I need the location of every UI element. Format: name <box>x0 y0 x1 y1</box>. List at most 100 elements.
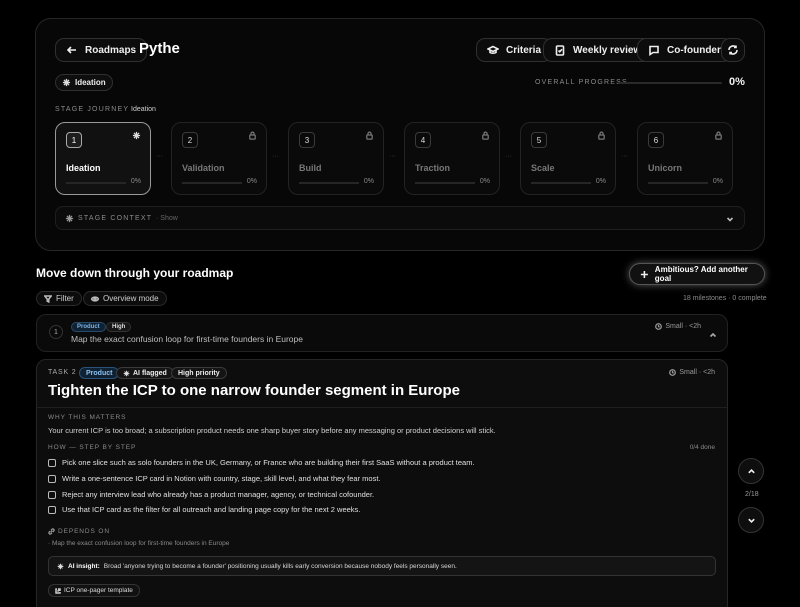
chevron-down-icon <box>726 217 734 222</box>
stage-card-validation[interactable]: 2 Validation 0% <box>171 122 267 195</box>
sparkle-icon <box>65 214 74 223</box>
how-heading: HOW — STEP BY STEP <box>48 444 137 451</box>
chat-bubble-icon <box>649 45 659 56</box>
filter-button[interactable]: Filter <box>36 291 82 306</box>
graduation-cap-icon <box>487 45 499 55</box>
stage-context-toggle[interactable]: STAGE CONTEXT · Show <box>55 206 745 230</box>
step-item[interactable]: Use that ICP card as the filter for all … <box>48 505 360 514</box>
stage-percent: 0% <box>595 178 606 185</box>
stage-name: Traction <box>415 163 451 173</box>
steps-done-count: 0/4 done <box>689 444 715 451</box>
lock-icon <box>598 131 605 140</box>
chevron-up-icon[interactable] <box>709 331 717 339</box>
step-item[interactable]: Pick one slice such as solo founders in … <box>48 458 475 467</box>
task-number: 1 <box>49 325 63 339</box>
task-effort: Small · <2h <box>655 323 701 330</box>
stage-connector: ··· <box>505 153 512 160</box>
sparkle-icon <box>62 78 71 87</box>
depends-item[interactable]: · Map the exact confusion loop for first… <box>48 540 229 547</box>
criteria-button[interactable]: Criteria <box>476 38 553 62</box>
stage-name: Validation <box>182 163 225 173</box>
plus-icon <box>640 270 648 278</box>
ai-insight-text: Broad 'anyone trying to become a founder… <box>103 562 457 570</box>
milestones-count: 18 milestones · 0 complete <box>683 295 767 302</box>
task-label: TASK 2 <box>48 369 77 376</box>
stage-card-scale[interactable]: 5 Scale 0% <box>520 122 616 195</box>
category-tag: Product <box>79 367 120 379</box>
stage-progress-bar <box>299 182 359 184</box>
task-title: Tighten the ICP to one narrow founder se… <box>48 382 460 399</box>
task-card-expanded: TASK 2 Product AI flagged High priority … <box>36 359 728 607</box>
stage-card-ideation[interactable]: 1 Ideation 0% <box>55 122 151 195</box>
eye-icon <box>91 295 99 302</box>
lock-icon <box>249 131 256 140</box>
stage-card-unicorn[interactable]: 6 Unicorn 0% <box>637 122 733 195</box>
ai-insight-label: AI insight: <box>68 562 100 570</box>
stage-journey-label: STAGE JOURNEY <box>55 106 130 113</box>
why-heading: WHY THIS MATTERS <box>48 414 127 421</box>
stage-number: 6 <box>648 132 664 148</box>
stage-percent: 0% <box>479 178 490 185</box>
stage-progress-bar <box>66 182 126 184</box>
weekly-review-button[interactable]: Weekly review <box>543 38 653 62</box>
lock-icon <box>482 131 489 140</box>
stage-percent: 0% <box>363 178 374 185</box>
stage-percent: 0% <box>130 178 141 185</box>
stage-connector: ··· <box>389 153 396 160</box>
lock-icon <box>366 131 373 140</box>
clipboard-check-icon <box>555 45 565 56</box>
clock-icon <box>669 369 677 376</box>
stage-name: Unicorn <box>648 163 683 173</box>
co-founder-button[interactable]: Co-founder <box>637 38 732 62</box>
stage-percent: 0% <box>712 178 723 185</box>
stage-number: 2 <box>182 132 198 148</box>
stage-connector: ··· <box>156 153 163 160</box>
add-goal-button[interactable]: Ambitious? Add another goal <box>629 263 765 285</box>
stage-card-traction[interactable]: 4 Traction 0% <box>404 122 500 195</box>
priority-tag: High <box>106 322 132 332</box>
task-card-collapsed[interactable]: 1 Product High Map the exact confusion l… <box>36 314 728 352</box>
stage-name: Scale <box>531 163 555 173</box>
priority-tag: High priority <box>171 367 227 379</box>
step-checkbox[interactable] <box>48 458 56 467</box>
step-item[interactable]: Reject any interview lead who already ha… <box>48 490 374 499</box>
stage-number: 4 <box>415 132 431 148</box>
stage-progress-bar <box>648 182 708 184</box>
resource-link[interactable]: ICP one-pager template <box>48 584 140 597</box>
sparkle-icon <box>57 563 64 569</box>
depends-heading: DEPENDS ON <box>48 528 110 535</box>
overall-progress-bar <box>618 82 722 84</box>
step-item[interactable]: Write a one-sentence ICP card in Notion … <box>48 474 381 483</box>
why-text: Your current ICP is too broad; a subscri… <box>48 426 496 435</box>
ai-insight-box: AI insight: Broad 'anyone trying to beco… <box>48 556 716 576</box>
step-checkbox[interactable] <box>48 505 56 514</box>
back-to-roadmaps-button[interactable]: Roadmaps <box>55 38 148 62</box>
step-checkbox[interactable] <box>48 490 56 499</box>
stage-percent: 0% <box>246 178 257 185</box>
chevron-down-icon <box>747 518 755 523</box>
current-stage-chip: Ideation <box>55 74 113 91</box>
previous-task-button[interactable] <box>738 458 764 484</box>
stage-connector: ··· <box>621 153 628 160</box>
overall-progress-percent: 0% <box>729 76 745 88</box>
stage-progress-bar <box>531 182 591 184</box>
refresh-button[interactable] <box>721 38 745 62</box>
category-tag: Product <box>71 322 106 332</box>
overview-mode-button[interactable]: Overview mode <box>83 291 167 306</box>
next-task-button[interactable] <box>738 507 764 533</box>
stage-card-build[interactable]: 3 Build 0% <box>288 122 384 195</box>
ai-flagged-tag: AI flagged <box>116 367 174 379</box>
lock-icon <box>715 131 722 140</box>
external-link-icon <box>55 587 61 594</box>
sparkle-icon <box>132 131 141 140</box>
stage-number: 1 <box>66 132 82 148</box>
page-title: Pythe <box>139 40 180 57</box>
filter-icon <box>44 294 52 303</box>
stage-connector: ··· <box>272 153 279 160</box>
roadmap-section-title: Move down through your roadmap <box>36 266 234 280</box>
clock-icon <box>655 323 663 330</box>
stage-name: Ideation <box>66 163 101 173</box>
step-checkbox[interactable] <box>48 474 56 483</box>
task-title: Map the exact confusion loop for first-t… <box>71 334 303 344</box>
task-effort: Small · <2h <box>669 369 715 376</box>
